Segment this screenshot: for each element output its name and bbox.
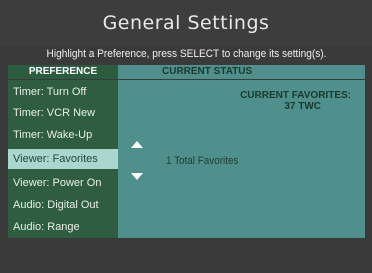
current-status-panel: CURRENT FAVORITES: 37 TWC 1 Total Favori… [156,80,365,238]
preference-item-timer-turn-off[interactable]: Timer: Turn Off [8,82,118,102]
up-arrow-icon[interactable] [131,141,143,148]
instruction-text: Highlight a Preference, press SELECT to … [46,48,327,60]
current-favorites-label: CURRENT FAVORITES: [240,90,351,101]
preference-item-audio-digital-out[interactable]: Audio: Digital Out [8,195,118,215]
bottom-bar [0,238,372,273]
preference-item-timer-vcr-new[interactable]: Timer: VCR New [8,103,118,123]
preference-column-header: PREFERENCE [8,65,118,79]
scroll-arrows [118,80,156,238]
column-header-row: PREFERENCE CURRENT STATUS [8,65,365,79]
title-bar: General Settings [0,0,372,46]
total-favorites-text: 1 Total Favorites [166,155,239,167]
preference-item-viewer-power-on[interactable]: Viewer: Power On [8,173,118,193]
page-title: General Settings [102,12,270,34]
preference-item-audio-range[interactable]: Audio: Range [8,217,118,237]
current-favorites-value: 37 TWC [284,101,321,112]
preference-list: Timer: Turn Off Timer: VCR New Timer: Wa… [8,80,118,238]
preference-item-viewer-favorites[interactable]: Viewer: Favorites [8,149,118,169]
current-status-column-header: CURRENT STATUS [162,66,253,77]
preference-item-timer-wake-up[interactable]: Timer: Wake-Up [8,125,118,145]
instruction-bar: Highlight a Preference, press SELECT to … [8,46,365,64]
down-arrow-icon[interactable] [131,173,143,180]
